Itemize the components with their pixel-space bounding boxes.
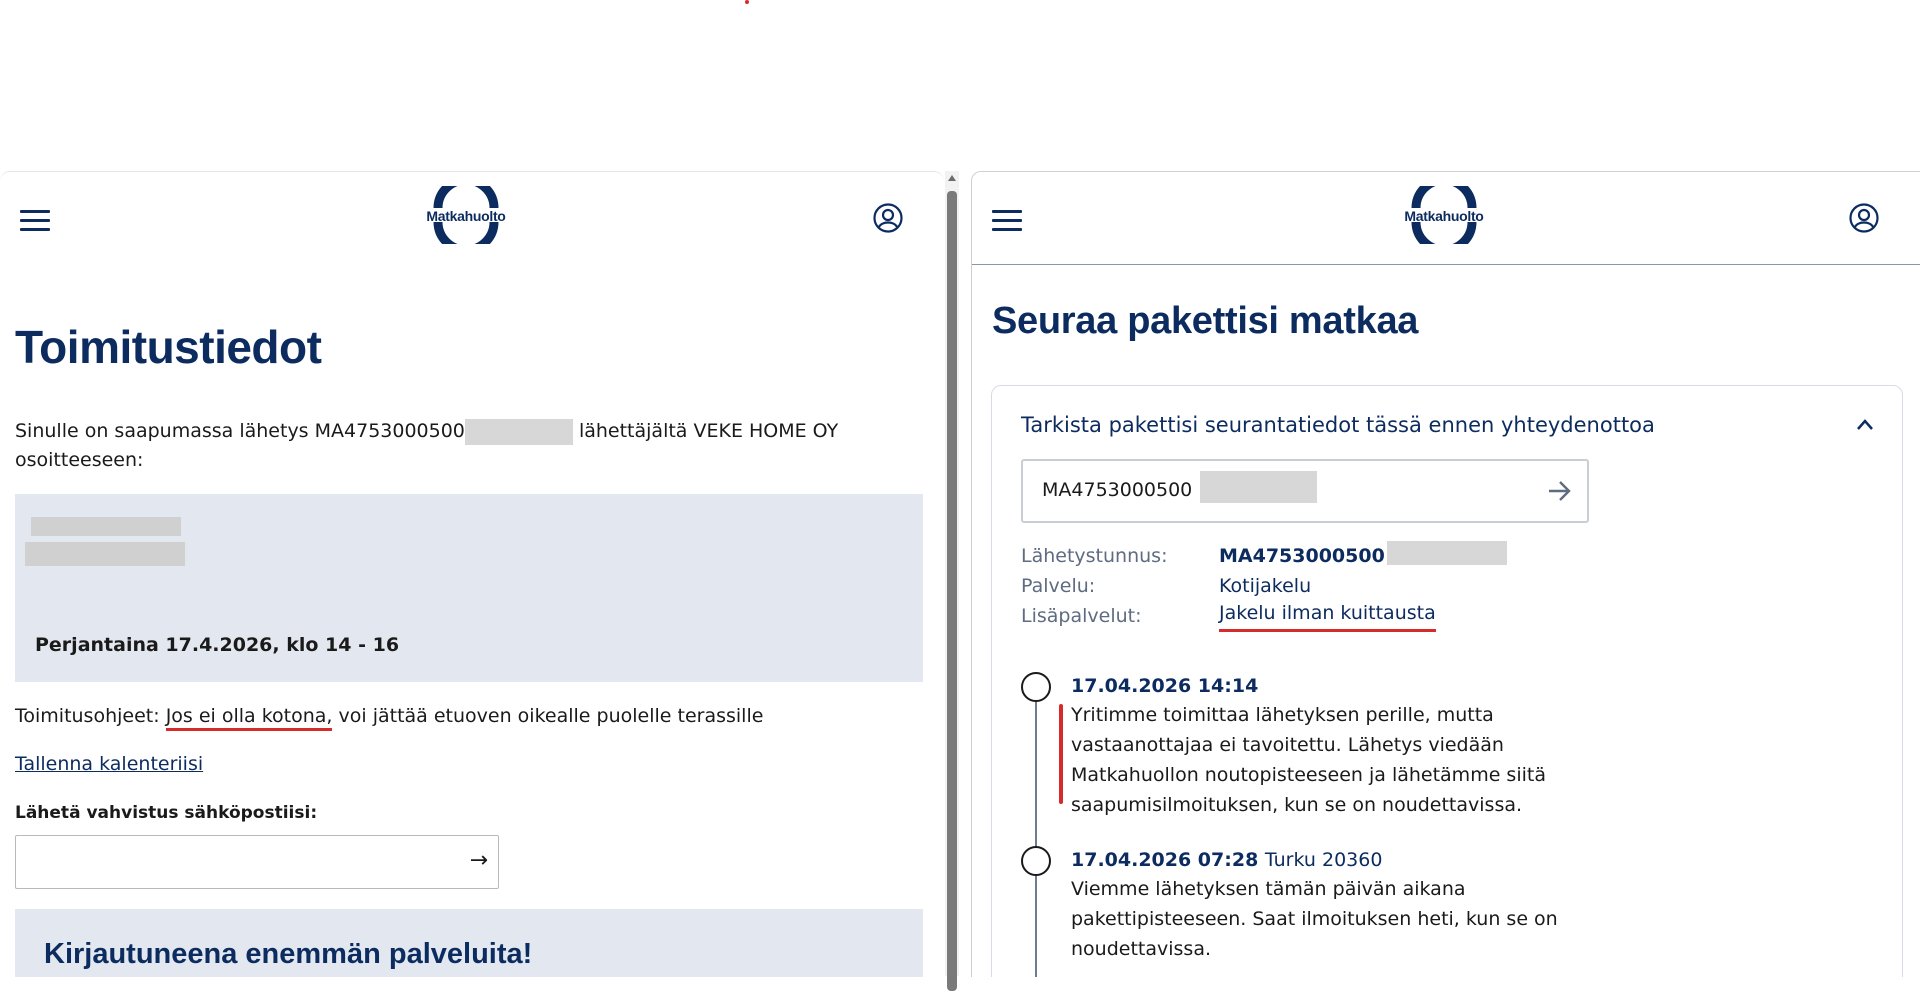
logo-text: Matkahuolto [1404, 208, 1484, 224]
tracking-card: Tarkista pakettisi seurantatiedot tässä … [991, 385, 1903, 977]
chevron-up-icon[interactable] [1856, 416, 1874, 434]
save-to-calendar-link[interactable]: Tallenna kalenteriisi [15, 753, 203, 775]
detail-row-shipment-id: Lähetystunnus: MA4753000500 [1021, 541, 1507, 571]
redacted-address [25, 542, 185, 566]
detail-row-service: Palvelu: Kotijakelu [1021, 571, 1507, 601]
delivery-instructions: Toimitusohjeet: Jos ei olla kotona, voi … [15, 705, 764, 731]
logo-text: Matkahuolto [426, 208, 506, 224]
shipment-intro: Sinulle on saapumassa lähetys MA47530005… [15, 417, 895, 475]
timeline-dot-icon [1021, 672, 1051, 702]
tracking-timeline: 17.04.2026 14:14 Yritimme toimittaa lähe… [1021, 672, 1741, 977]
right-header: Matkahuolto [972, 172, 1920, 265]
redacted-tracking-suffix [1386, 541, 1507, 565]
menu-icon[interactable] [992, 210, 1022, 232]
tracking-page-title: Seuraa pakettisi matkaa [992, 300, 1419, 342]
promo-title: Kirjautuneena enemmän palveluita! [44, 938, 533, 970]
timeline-dot-icon [1021, 846, 1051, 876]
tracking-pane: Matkahuolto Seuraa pakettisi matkaa Tark… [971, 171, 1920, 977]
timeline-event: 17.04.2026 14:14 Yritimme toimittaa lähe… [1021, 672, 1741, 820]
intro-prefix: Sinulle on saapumassa lähetys MA47530005… [15, 420, 465, 442]
email-submit-arrow-icon[interactable]: → [470, 848, 488, 873]
event-date: 17.04.2026 07:28 Turku 20360 [1071, 849, 1383, 871]
extra-service-link[interactable]: Jakelu ilman kuittausta [1219, 601, 1436, 632]
delivery-address-box: Perjantaina 17.4.2026, klo 14 - 16 [15, 494, 923, 682]
event-text: Yritimme toimittaa lähetyksen perille, m… [1071, 704, 1546, 816]
redacted-tracking-suffix [464, 418, 573, 445]
email-field-container: → [15, 835, 499, 889]
event-date: 17.04.2026 14:14 [1071, 675, 1259, 697]
detail-row-extra-services: Lisäpalvelut: Jakelu ilman kuittausta [1021, 601, 1507, 632]
detail-key: Lisäpalvelut: [1021, 605, 1142, 627]
delivery-time-slot: Perjantaina 17.4.2026, klo 14 - 16 [35, 634, 400, 656]
scroll-up-arrow-icon[interactable] [948, 175, 956, 181]
timeline-event: 17.04.2026 07:28 Turku 20360 Viemme lähe… [1021, 846, 1741, 964]
detail-key: Palvelu: [1021, 575, 1096, 597]
detail-value: MA4753000500 [1219, 545, 1385, 567]
instructions-text: voi jättää etuoven oikealle puolelle ter… [338, 705, 764, 727]
detail-value: Kotijakelu [1219, 575, 1312, 597]
user-account-icon[interactable] [873, 203, 903, 233]
email-field[interactable] [16, 836, 440, 884]
tracking-input-value: MA4753000500 [1042, 479, 1193, 501]
arrow-right-icon[interactable] [1545, 477, 1573, 505]
login-promo-banner: Kirjautuneena enemmän palveluita! [15, 909, 923, 977]
scrollbar-thumb[interactable] [947, 191, 957, 991]
email-confirmation-label: Lähetä vahvistus sähköpostiisi: [15, 803, 318, 823]
detail-key: Lähetystunnus: [1021, 545, 1168, 567]
page-title: Toimitustiedot [15, 321, 322, 373]
matkahuolto-logo[interactable]: Matkahuolto [420, 186, 512, 244]
shipment-details: Lähetystunnus: MA4753000500 Palvelu: Kot… [1021, 541, 1507, 632]
instructions-highlight: Jos ei olla kotona, [165, 705, 333, 731]
redacted-name [31, 517, 181, 536]
tracking-number-input[interactable]: MA4753000500 [1021, 459, 1589, 523]
matkahuolto-logo[interactable]: Matkahuolto [1398, 186, 1490, 244]
tracking-card-heading: Tarkista pakettisi seurantatiedot tässä … [1021, 413, 1655, 437]
event-text: Viemme lähetyksen tämän päivän aikana pa… [1071, 878, 1558, 960]
menu-icon[interactable] [20, 210, 50, 232]
red-dot-marker [745, 0, 749, 4]
user-account-icon[interactable] [1849, 203, 1879, 233]
delivery-details-pane: Matkahuolto Toimitustiedot Sinulle on sa… [0, 171, 944, 977]
left-header: Matkahuolto [0, 172, 944, 264]
left-scrollbar[interactable] [945, 171, 959, 991]
redacted-tracking-suffix [1200, 471, 1317, 503]
instructions-label: Toimitusohjeet: [15, 705, 160, 727]
